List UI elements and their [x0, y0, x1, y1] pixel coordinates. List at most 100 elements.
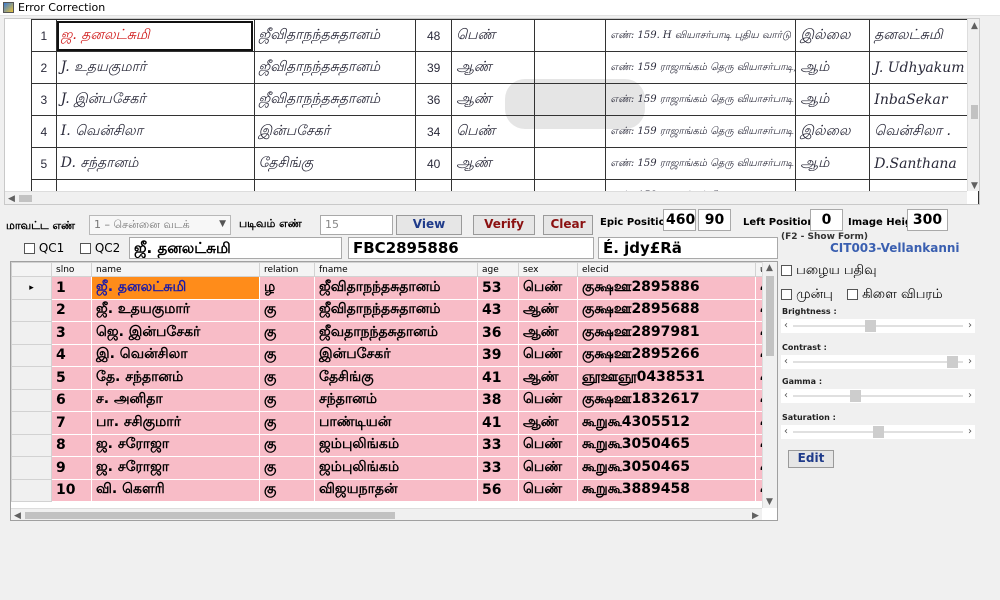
slider-right-arrow-icon[interactable]: ›: [968, 426, 972, 437]
grid-cell-slno[interactable]: 2: [51, 298, 92, 322]
grid-cell-name[interactable]: வி. கௌரி: [91, 478, 260, 502]
grid-cell-age[interactable]: 53: [477, 276, 519, 300]
grid-cell-elecid[interactable]: குக்ஷஊ1832617: [577, 388, 756, 412]
encoded-name-input[interactable]: É. jdy£Rä: [598, 237, 778, 259]
view-button[interactable]: View: [396, 215, 462, 235]
left-position-input[interactable]: 0: [810, 209, 843, 231]
grid-cell-slno[interactable]: 8: [51, 433, 92, 457]
grid-cell-elecid[interactable]: குக்ஷஊ2895688: [577, 298, 756, 322]
grid-cell-sex[interactable]: பெண்: [518, 343, 578, 367]
brightness-slider-knob[interactable]: [864, 320, 876, 332]
row-header[interactable]: [11, 411, 52, 435]
grid-cell-slno[interactable]: 7: [51, 411, 92, 435]
row-header[interactable]: [11, 478, 52, 502]
voter-data-grid[interactable]: slnonamerelationfnameagesexelecidu ▸1ஜீ.…: [10, 261, 778, 521]
epic-number-input[interactable]: FBC2895886: [348, 237, 594, 259]
branch-details-checkbox-box[interactable]: [847, 289, 858, 300]
saturation-slider-knob[interactable]: [872, 426, 884, 438]
grid-cell-relation[interactable]: கு: [259, 366, 315, 390]
grid-scroll-right-icon[interactable]: ▶: [752, 511, 759, 520]
slider-right-arrow-icon[interactable]: ›: [968, 390, 972, 401]
contrast-slider-knob[interactable]: [947, 356, 959, 368]
grid-cell-relation[interactable]: கு: [259, 321, 315, 345]
form-number-input[interactable]: 15: [320, 215, 393, 235]
grid-cell-sex[interactable]: பெண்: [518, 433, 578, 457]
grid-vertical-scrollbar[interactable]: ▲ ▼: [762, 262, 777, 508]
verify-button[interactable]: Verify: [473, 215, 535, 235]
branch-details-checkbox[interactable]: கிளை விபரம்: [847, 287, 943, 303]
grid-cell-fname[interactable]: பாண்டியன்: [314, 411, 478, 435]
grid-cell-slno[interactable]: 10: [51, 478, 92, 502]
edit-button[interactable]: Edit: [788, 450, 834, 468]
slider-left-arrow-icon[interactable]: ‹: [784, 390, 788, 401]
grid-cell-slno[interactable]: 4: [51, 343, 92, 367]
grid-cell-elecid[interactable]: கூறுகூ3889458: [577, 478, 756, 502]
grid-cell-relation[interactable]: கு: [259, 456, 315, 480]
grid-cell-relation[interactable]: கு: [259, 433, 315, 457]
grid-cell-fname[interactable]: ஜீவதாநந்தசுதானம்: [314, 321, 478, 345]
grid-cell-sex[interactable]: பெண்: [518, 456, 578, 480]
image-horizontal-scrollbar[interactable]: ◀: [5, 191, 967, 204]
grid-cell-sex[interactable]: ஆண்: [518, 411, 578, 435]
previous-checkbox[interactable]: முன்பு: [781, 287, 833, 303]
row-header[interactable]: [11, 343, 52, 367]
table-row[interactable]: 9 ஜ. சரோஜா கு ஜம்புலிங்கம் 33 பெண் கூறுகூ30504…: [11, 456, 775, 480]
slider-left-arrow-icon[interactable]: ‹: [784, 426, 788, 437]
grid-cell-sex[interactable]: பெண்: [518, 478, 578, 502]
table-row[interactable]: ▸ 1 ஜீ. தனலட்சுமி ழ ஜீவிதாநந்தசுதானம் 53 பெண் க…: [11, 276, 775, 300]
grid-cell-name[interactable]: ஜ. சரோஜா: [91, 456, 260, 480]
grid-cell-elecid[interactable]: குக்ஷஊ2895886: [577, 276, 756, 300]
grid-cell-name[interactable]: ஜெ. இன்பசேகர்: [91, 321, 260, 345]
grid-cell-age[interactable]: 43: [477, 298, 519, 322]
grid-header-relation[interactable]: relation: [259, 262, 315, 277]
grid-cell-age[interactable]: 41: [477, 366, 519, 390]
qc1-checkbox[interactable]: QC1: [24, 241, 64, 255]
grid-cell-elecid[interactable]: குக்ஷஊ2895266: [577, 343, 756, 367]
previous-checkbox-box[interactable]: [781, 289, 792, 300]
grid-cell-relation[interactable]: கு: [259, 478, 315, 502]
table-row[interactable]: 10 வி. கௌரி கு விஜயநாதன் 56 பெண் கூறுகூ3889458…: [11, 478, 775, 502]
slider-right-arrow-icon[interactable]: ›: [968, 356, 972, 367]
table-row[interactable]: 2 ஜீ. உதயகுமார் கு ஜீவிதாநந்தசுதானம் 43 ஆண் கு…: [11, 298, 775, 322]
slider-left-arrow-icon[interactable]: ‹: [784, 356, 788, 367]
grid-header-age[interactable]: age: [477, 262, 519, 277]
grid-cell-age[interactable]: 33: [477, 456, 519, 480]
scroll-left-arrow-icon[interactable]: ◀: [8, 194, 15, 204]
scroll-up-arrow-icon[interactable]: ▲: [971, 21, 978, 31]
grid-header-elecid[interactable]: elecid: [577, 262, 756, 277]
grid-cell-elecid[interactable]: கூறுகூ3050465: [577, 433, 756, 457]
table-row[interactable]: 4 இ. வென்சிலா கு இன்பசேகர் 39 பெண் குக்ஷஊ28952…: [11, 343, 775, 367]
row-header[interactable]: ▸: [11, 276, 52, 300]
saturation-slider[interactable]: ‹ ›: [781, 425, 975, 439]
grid-scroll-up-icon[interactable]: ▲: [766, 263, 773, 273]
table-row[interactable]: 5 தே. சந்தானம் கு தேசிங்கு 41 ஆண் ஞூஊஞூ0438531…: [11, 366, 775, 390]
grid-cell-sex[interactable]: பெண்: [518, 388, 578, 412]
grid-cell-relation[interactable]: கு: [259, 298, 315, 322]
grid-cell-sex[interactable]: ஆண்: [518, 321, 578, 345]
row-header[interactable]: [11, 456, 52, 480]
table-row[interactable]: 7 பா. சசிகுமார் கு பாண்டியன் 41 ஆண் கூறுகூ4305…: [11, 411, 775, 435]
row-header[interactable]: [11, 388, 52, 412]
grid-cell-age[interactable]: 39: [477, 343, 519, 367]
qc2-checkbox-box[interactable]: [80, 243, 91, 254]
grid-header-sex[interactable]: sex: [518, 262, 578, 277]
grid-horizontal-scrollbar[interactable]: ◀ ▶: [11, 508, 762, 520]
grid-cell-fname[interactable]: விஜயநாதன்: [314, 478, 478, 502]
district-select[interactable]: 1 – சென்னை வடக் ▼: [89, 215, 231, 235]
grid-cell-fname[interactable]: தேசிங்கு: [314, 366, 478, 390]
grid-cell-slno[interactable]: 9: [51, 456, 92, 480]
grid-cell-age[interactable]: 33: [477, 433, 519, 457]
grid-cell-fname[interactable]: ஜம்புலிங்கம்: [314, 433, 478, 457]
grid-cell-name[interactable]: இ. வென்சிலா: [91, 343, 260, 367]
grid-cell-relation[interactable]: கு: [259, 411, 315, 435]
image-vscroll-thumb[interactable]: [971, 105, 978, 119]
table-row[interactable]: 3 ஜெ. இன்பசேகர் கு ஜீவதாநந்தசுதானம் 36 ஆண் குக…: [11, 321, 775, 345]
grid-cell-name[interactable]: ஜீ. தனலட்சுமி: [91, 276, 260, 300]
grid-header-slno[interactable]: slno: [51, 262, 92, 277]
grid-hscroll-thumb[interactable]: [25, 512, 395, 519]
grid-cell-age[interactable]: 38: [477, 388, 519, 412]
contrast-slider[interactable]: ‹ ›: [781, 355, 975, 369]
grid-cell-fname[interactable]: ஜீவிதாநந்தசுதானம்: [314, 298, 478, 322]
grid-cell-name[interactable]: பா. சசிகுமார்: [91, 411, 260, 435]
name-input[interactable]: ஜீ. தனலட்சுமி: [129, 237, 342, 259]
